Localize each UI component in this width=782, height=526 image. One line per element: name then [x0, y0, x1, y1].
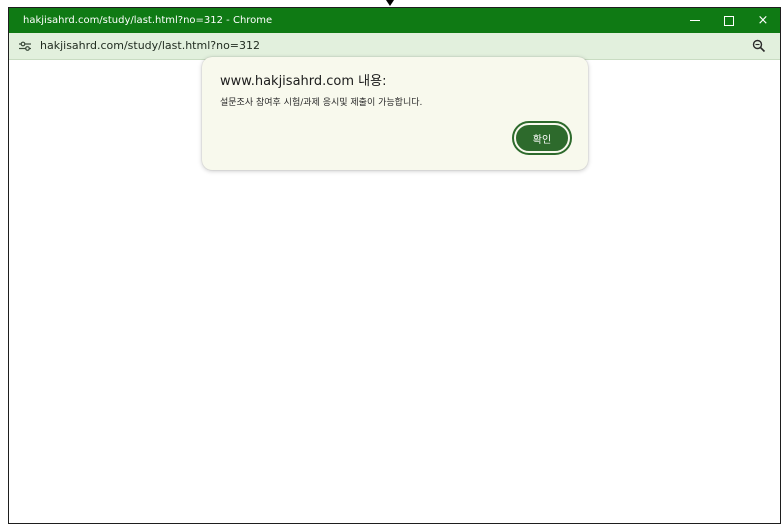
- tune-icon[interactable]: [19, 41, 31, 51]
- minimize-button[interactable]: [678, 8, 712, 33]
- close-button[interactable]: ×: [746, 8, 780, 33]
- dialog-message: 설문조사 참여후 시험/과제 응시및 제출이 가능합니다.: [220, 98, 423, 108]
- address-bar: hakjisahrd.com/study/last.html?no=312: [9, 33, 780, 60]
- title-bar[interactable]: hakjisahrd.com/study/last.html?no=312 - …: [9, 8, 780, 33]
- close-icon: ×: [757, 13, 769, 28]
- maximize-button[interactable]: [712, 8, 746, 33]
- window-title: hakjisahrd.com/study/last.html?no=312 - …: [23, 15, 273, 26]
- cursor-pointer-icon: [386, 0, 394, 6]
- dialog-title: www.hakjisahrd.com 내용:: [220, 74, 387, 89]
- maximize-icon: [724, 15, 734, 26]
- alert-dialog: www.hakjisahrd.com 내용: 설문조사 참여후 시험/과제 응시…: [202, 57, 588, 170]
- url-text[interactable]: hakjisahrd.com/study/last.html?no=312: [40, 39, 260, 53]
- zoom-icon[interactable]: [752, 39, 766, 53]
- ok-button[interactable]: 확인: [512, 121, 572, 155]
- minimize-icon: [690, 20, 700, 21]
